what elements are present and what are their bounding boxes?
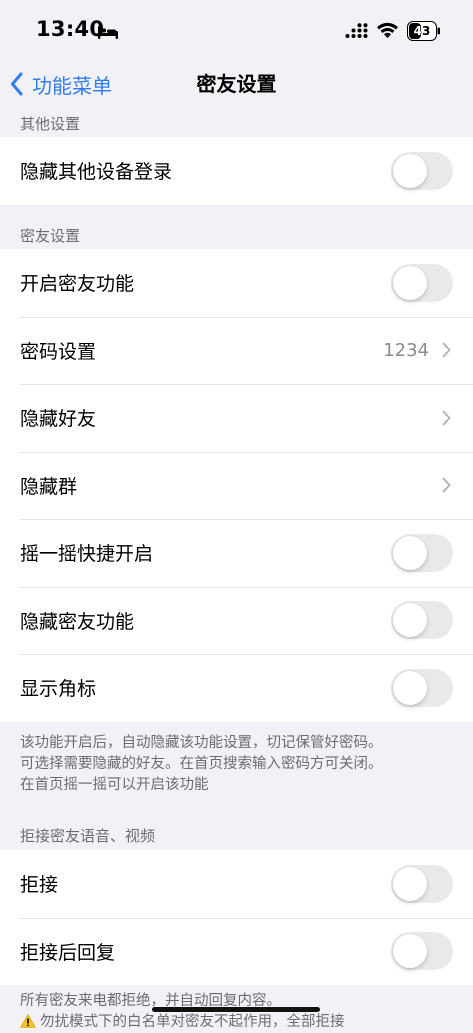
hide-close-friend-feature-toggle[interactable] <box>391 601 453 640</box>
row-label: 隐藏好友 <box>20 408 97 431</box>
back-button[interactable]: 功能菜单 <box>10 62 112 106</box>
row-reply-after-reject[interactable]: 拒接后回复 <box>0 917 473 986</box>
row-hide-other-device-login[interactable]: 隐藏其他设备登录 <box>0 137 473 205</box>
chevron-right-icon <box>442 342 451 358</box>
sleep-bed-icon <box>98 24 118 43</box>
password-value: 1234 <box>383 339 429 361</box>
footer-line: 该功能开启后，自动隐藏该功能设置，切记保管好密码。 <box>20 735 383 751</box>
navigation-bar: 密友设置 功能菜单 <box>0 62 473 106</box>
reject-toggle[interactable] <box>391 864 453 903</box>
row-hide-groups[interactable]: 隐藏群 <box>0 451 473 520</box>
group-other-settings: 隐藏其他设备登录 <box>0 137 473 205</box>
row-label: 隐藏群 <box>20 475 78 498</box>
section-footer-reject-calls: 所有密友来电都拒绝，并自动回复内容。 勿扰模式下的白名单对密友不起作用，全部拒接 <box>20 991 460 1033</box>
row-show-badge[interactable]: 显示角标 <box>0 654 473 722</box>
row-shake-quick-open[interactable]: 摇一摇快捷开启 <box>0 519 473 587</box>
status-time: 13:40 <box>36 17 105 41</box>
row-password-settings[interactable]: 密码设置 1234 <box>0 316 473 385</box>
cellular-signal-icon <box>345 23 369 43</box>
battery-level: 43 <box>413 24 431 38</box>
section-header-reject-calls: 拒接密友语音、视频 <box>20 827 156 845</box>
row-reject[interactable]: 拒接 <box>0 850 473 918</box>
group-reject-calls: 拒接 拒接后回复 <box>0 850 473 985</box>
section-footer-close-friend: 该功能开启后，自动隐藏该功能设置，切记保管好密码。 可选择需要隐藏的好友。在首页… <box>20 733 460 796</box>
home-indicator[interactable] <box>152 1007 320 1012</box>
show-badge-toggle[interactable] <box>391 668 453 707</box>
section-header-other: 其他设置 <box>20 115 81 133</box>
row-enable-close-friend[interactable]: 开启密友功能 <box>0 249 473 317</box>
group-close-friend-settings: 开启密友功能 密码设置 1234 隐藏好友 隐藏群 摇一摇快捷开启 隐藏密友功能… <box>0 249 473 722</box>
enable-close-friend-toggle[interactable] <box>391 263 453 302</box>
status-bar: 13:40 43 <box>0 0 473 62</box>
battery-icon: 43 <box>407 21 441 45</box>
wifi-icon <box>376 21 399 43</box>
row-hide-close-friend-feature[interactable]: 隐藏密友功能 <box>0 586 473 655</box>
chevron-left-icon <box>11 72 23 96</box>
row-hide-friends[interactable]: 隐藏好友 <box>0 384 473 452</box>
footer-line: 可选择需要隐藏的好友。在首页搜索输入密码方可关闭。 <box>20 756 383 772</box>
chevron-right-icon <box>442 477 451 493</box>
footer-warning-text: 勿扰模式下的白名单对密友不起作用，全部拒接 <box>40 1014 345 1030</box>
section-header-close-friend: 密友设置 <box>20 227 81 245</box>
warning-icon <box>20 1014 36 1028</box>
footer-line: 在首页摇一摇可以开启该功能 <box>20 777 209 793</box>
reply-after-reject-toggle[interactable] <box>391 932 453 971</box>
hide-other-device-login-toggle[interactable] <box>391 151 453 190</box>
chevron-right-icon <box>442 410 451 426</box>
back-button-label: 功能菜单 <box>32 73 112 98</box>
shake-quick-open-toggle[interactable] <box>391 533 453 572</box>
footer-line-warning: 勿扰模式下的白名单对密友不起作用，全部拒接 <box>20 1012 460 1033</box>
